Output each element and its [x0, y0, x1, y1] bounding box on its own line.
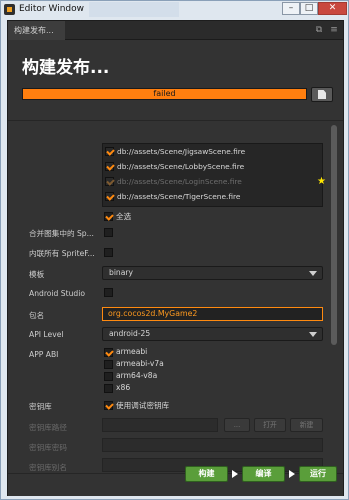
- editor-window: Editor Window – □ ✕ 构建发布... ⧉ ≡ 构建发布... …: [0, 0, 349, 500]
- scene-item[interactable]: db://assets/Scene/LobbyScene.fire: [105, 160, 244, 174]
- scene-checkbox[interactable]: [105, 146, 114, 156]
- build-panel: 构建发布... ⧉ ≡ 构建发布... failed db://assets/S…: [7, 20, 344, 496]
- scene-item[interactable]: db://assets/Scene/JigsawScene.fire: [105, 145, 245, 159]
- close-button[interactable]: ✕: [318, 2, 347, 15]
- menu-icon[interactable]: ≡: [329, 25, 339, 35]
- run-button[interactable]: 运行: [299, 466, 337, 482]
- open-button[interactable]: 打开: [254, 418, 286, 432]
- scene-checkbox[interactable]: [105, 161, 114, 171]
- package-name-input[interactable]: org.cocos2d.MyGame2: [102, 307, 323, 321]
- page-title: 构建发布...: [22, 58, 110, 78]
- api-level-label: API Level: [29, 330, 64, 339]
- keystore-path-input[interactable]: [102, 418, 218, 432]
- api-level-select[interactable]: android-25: [102, 327, 323, 341]
- minimize-button[interactable]: –: [282, 2, 300, 15]
- build-progress-bar: failed: [22, 88, 307, 100]
- new-keystore-button[interactable]: 新建: [290, 418, 323, 432]
- maximize-button[interactable]: □: [300, 2, 318, 15]
- inline-sprite-label: 内联所有 SpriteF...: [29, 249, 95, 258]
- abi-armeabi-label: armeabi: [116, 347, 148, 356]
- use-debug-keystore-checkbox[interactable]: [104, 401, 113, 410]
- document-icon: [318, 90, 326, 99]
- abi-x86-checkbox[interactable]: [104, 384, 113, 393]
- title-bar-highlight: [89, 2, 179, 17]
- app-abi-label: APP ABI: [29, 350, 59, 359]
- browse-button[interactable]: ...: [224, 418, 250, 432]
- package-label: 包名: [29, 311, 45, 320]
- use-debug-keystore-label: 使用调试密钥库: [116, 401, 170, 410]
- keystore-alias-label: 密钥库别名: [29, 463, 67, 472]
- keystore-path-label: 密钥库路径: [29, 423, 67, 432]
- open-log-button[interactable]: [311, 87, 333, 102]
- arrow-right-icon: [232, 470, 238, 478]
- app-icon: [4, 4, 15, 15]
- template-label: 模板: [29, 270, 45, 279]
- inline-sprite-checkbox[interactable]: [104, 248, 113, 257]
- chevron-down-icon: [309, 332, 317, 337]
- arrow-right-icon: [289, 470, 295, 478]
- scene-checkbox[interactable]: [105, 176, 114, 186]
- abi-armeabi-v7a-checkbox[interactable]: [104, 360, 113, 369]
- abi-armeabi-checkbox[interactable]: [104, 348, 113, 357]
- title-bar[interactable]: Editor Window – □ ✕: [1, 1, 348, 19]
- abi-arm64-v8a-checkbox[interactable]: [104, 372, 113, 381]
- keystore-password-input[interactable]: [102, 438, 323, 452]
- merge-atlas-checkbox[interactable]: [104, 228, 113, 237]
- scene-list: db://assets/Scene/JigsawScene.fire db://…: [102, 143, 326, 207]
- template-select[interactable]: binary: [102, 266, 323, 280]
- keystore-password-label: 密钥库密码: [29, 443, 67, 452]
- settings-scroll-area[interactable]: db://assets/Scene/JigsawScene.fire db://…: [8, 121, 343, 473]
- popout-icon[interactable]: ⧉: [314, 25, 324, 35]
- build-button[interactable]: 构建: [185, 466, 228, 482]
- abi-arm64-v8a-label: arm64-v8a: [116, 371, 158, 380]
- tab-build-publish[interactable]: 构建发布...: [8, 21, 65, 40]
- android-studio-checkbox[interactable]: [104, 288, 113, 297]
- select-all-label: 全选: [116, 212, 132, 221]
- scene-item[interactable]: db://assets/Scene/TigerScene.fire: [105, 190, 240, 204]
- merge-atlas-label: 合并图集中的 Sp...: [29, 229, 94, 238]
- abi-armeabi-v7a-label: armeabi-v7a: [116, 359, 164, 368]
- scrollbar[interactable]: [331, 125, 337, 345]
- chevron-down-icon: [309, 271, 317, 276]
- window-title: Editor Window: [19, 4, 84, 14]
- scene-checkbox[interactable]: [105, 191, 114, 201]
- android-studio-label: Android Studio: [29, 289, 85, 298]
- abi-x86-label: x86: [116, 383, 131, 392]
- scene-item[interactable]: db://assets/Scene/LoginScene.fire: [105, 175, 242, 189]
- progress-status: failed: [153, 89, 176, 98]
- keystore-label: 密钥库: [29, 402, 52, 411]
- select-all-checkbox[interactable]: [104, 212, 113, 221]
- start-scene-star-icon[interactable]: ★: [317, 176, 326, 187]
- tab-bar: 构建发布... ⧉ ≡: [8, 21, 343, 40]
- compile-button[interactable]: 编译: [242, 466, 285, 482]
